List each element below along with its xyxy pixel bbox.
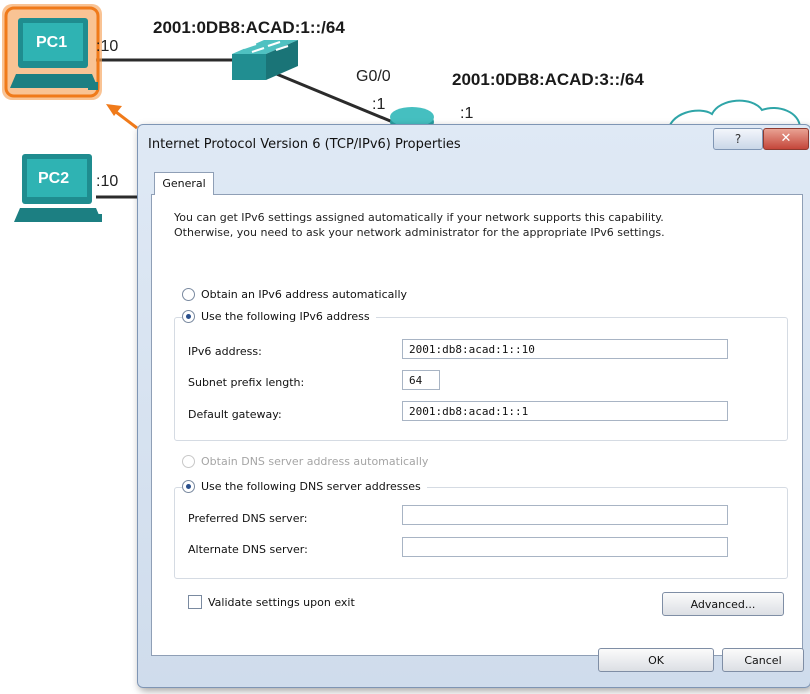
ok-button[interactable]: OK	[598, 648, 714, 672]
obtain-dns-auto-label: Obtain DNS server address automatically	[201, 455, 429, 468]
help-button[interactable]: ?	[713, 128, 763, 150]
router-port-label: G0/0	[356, 68, 391, 85]
intro-line-1: You can get IPv6 settings assigned autom…	[174, 211, 664, 224]
use-following-dns-radio[interactable]: Use the following DNS server addresses	[182, 480, 427, 493]
pc1-suffix: :10	[96, 38, 119, 55]
default-gateway-label: Default gateway:	[188, 408, 282, 421]
ipv6-properties-dialog: Internet Protocol Version 6 (TCP/IPv6) P…	[137, 124, 810, 688]
obtain-dns-auto-radio[interactable]: Obtain DNS server address automatically	[182, 455, 428, 468]
use-following-ipv6-label: Use the following IPv6 address	[201, 310, 370, 323]
obtain-ipv6-auto-label: Obtain an IPv6 address automatically	[201, 288, 408, 301]
switch-icon	[232, 40, 298, 80]
default-gateway-field[interactable]: 2001:db8:acad:1::1	[402, 401, 728, 421]
lan1-prefix-label: 2001:0DB8:ACAD:1::/64	[153, 18, 345, 37]
close-button[interactable]: ✕	[763, 128, 809, 150]
cancel-button[interactable]: Cancel	[722, 648, 804, 672]
alternate-dns-field[interactable]	[402, 537, 728, 557]
preferred-dns-label: Preferred DNS server:	[188, 512, 308, 525]
general-panel: You can get IPv6 settings assigned autom…	[151, 194, 803, 656]
ipv6-address-label: IPv6 address:	[188, 345, 262, 358]
radio-selected-icon	[182, 310, 195, 323]
pc1-name: PC1	[36, 34, 68, 51]
preferred-dns-field[interactable]	[402, 505, 728, 525]
dns-group	[174, 487, 788, 579]
alternate-dns-label: Alternate DNS server:	[188, 543, 308, 556]
highlight-arrow	[106, 104, 138, 130]
prefix-length-label: Subnet prefix length:	[188, 376, 305, 389]
prefix-length-field[interactable]: 64	[402, 370, 440, 390]
pc1-icon	[2, 4, 102, 100]
pc2-name: PC2	[38, 170, 70, 187]
use-following-ipv6-radio[interactable]: Use the following IPv6 address	[182, 310, 376, 323]
pc2-icon	[14, 154, 102, 222]
dialog-title: Internet Protocol Version 6 (TCP/IPv6) P…	[148, 137, 461, 152]
advanced-button[interactable]: Advanced...	[662, 592, 784, 616]
pc2-suffix: :10	[96, 173, 119, 190]
obtain-ipv6-auto-radio[interactable]: Obtain an IPv6 address automatically	[182, 288, 407, 301]
ipv6-address-field[interactable]: 2001:db8:acad:1::10	[402, 339, 728, 359]
router-right-suffix: :1	[460, 105, 474, 122]
validate-settings-label: Validate settings upon exit	[208, 595, 355, 609]
router-port-suffix: :1	[372, 96, 386, 113]
use-following-dns-label: Use the following DNS server addresses	[201, 480, 421, 493]
lan3-prefix-label: 2001:0DB8:ACAD:3::/64	[452, 70, 644, 89]
title-bar[interactable]: Internet Protocol Version 6 (TCP/IPv6) P…	[138, 125, 810, 159]
radio-disabled-icon	[182, 455, 195, 468]
intro-line-2: Otherwise, you need to ask your network …	[174, 226, 665, 239]
radio-selected-icon	[182, 480, 195, 493]
tab-general[interactable]: General	[154, 172, 214, 195]
radio-unselected-icon	[182, 288, 195, 301]
checkbox-unchecked-icon	[188, 595, 202, 609]
validate-settings-checkbox[interactable]: Validate settings upon exit	[188, 595, 355, 609]
